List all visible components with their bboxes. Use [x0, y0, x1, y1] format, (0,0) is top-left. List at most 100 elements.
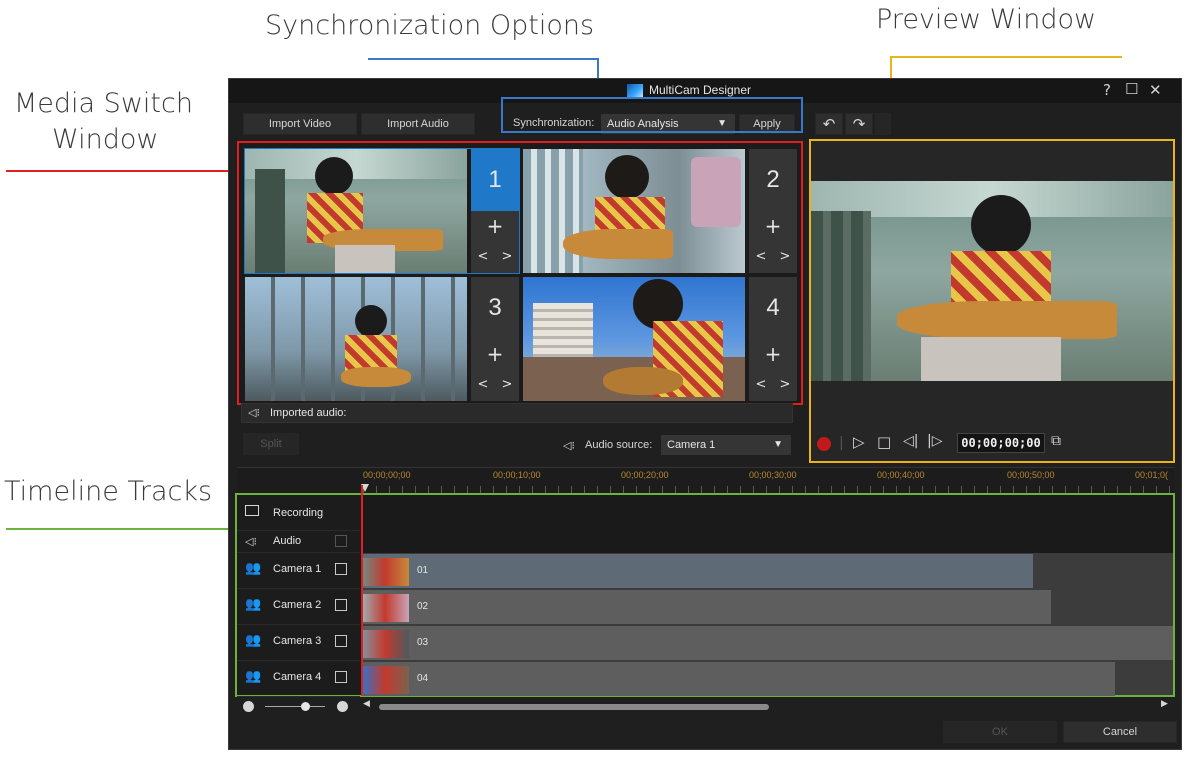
camera-2-clip[interactable]: 02 [361, 590, 1051, 624]
timeline-tracks-leader [6, 528, 236, 530]
zoom-control [237, 699, 357, 715]
camera-1-clip[interactable]: 01 [361, 554, 1033, 588]
help-icon[interactable]: ? [1103, 81, 1111, 99]
camera-4-controls: 4 + < > [749, 277, 797, 401]
camera-3-prev-icon[interactable]: < [478, 377, 489, 392]
clip-thumbnail [361, 558, 409, 586]
camera-4-track-label: Camera 4 [273, 671, 322, 683]
track-options-icon[interactable] [335, 599, 347, 611]
preview-window: | ▷ □ ◁| |▷ 00;00;00;00 ⧉ [809, 139, 1175, 463]
clip-thumbnail [361, 666, 409, 694]
camera-4-next-icon[interactable]: > [780, 377, 791, 392]
camera-4-nav: < > [749, 373, 797, 395]
record-button[interactable] [817, 437, 831, 451]
camera-2-next-icon[interactable]: > [780, 249, 791, 264]
window-title: MultiCam Designer [649, 83, 752, 97]
ok-button[interactable]: OK [943, 721, 1057, 743]
imported-audio-label: Imported audio: [270, 407, 347, 419]
camera-1-track-label: Camera 1 [273, 563, 322, 575]
import-audio-button[interactable]: Import Audio [361, 113, 475, 135]
camera-4-number[interactable]: 4 [749, 277, 797, 339]
camera-4-lane[interactable]: 04 [361, 661, 1173, 696]
audio-track-label: Audio [273, 535, 302, 547]
close-icon[interactable]: ✕ [1149, 81, 1162, 99]
camera-3-next-icon[interactable]: > [502, 377, 513, 392]
recording-lane[interactable] [361, 495, 1173, 553]
camera-cell-2[interactable]: 2 + < > [523, 149, 799, 273]
camera-2-lane[interactable]: 02 [361, 589, 1173, 625]
media-switch-leader [6, 170, 238, 172]
timeline-scrollbar[interactable]: ◀ ▶ [363, 699, 1173, 713]
stop-icon[interactable]: □ [877, 433, 891, 451]
track-header-camera-3: 👥 Camera 3 [237, 625, 360, 661]
camera-3-add-icon[interactable]: + [471, 342, 519, 366]
redo-button[interactable]: ↷ [845, 113, 873, 135]
maximize-icon[interactable]: ☐ [1125, 80, 1138, 98]
timecode-display[interactable]: 00;00;00;00 [957, 433, 1045, 453]
ruler-label: 00;00;20;00 [621, 470, 669, 480]
ruler-label: 00;00;40;00 [877, 470, 925, 480]
ruler-label: 00;00;00;00 [363, 470, 411, 480]
speaker-icon: ◁⁝ [245, 535, 257, 548]
track-options-icon[interactable] [335, 671, 347, 683]
fullscreen-icon[interactable]: ⧉ [1051, 433, 1061, 449]
track-header-audio: ◁⁝ Audio [237, 531, 360, 553]
clip-name: 01 [417, 565, 429, 576]
sync-options-leader [368, 58, 598, 60]
chevron-down-icon: ▼ [773, 439, 783, 450]
recording-track-icon [245, 505, 259, 516]
camera-2-controls: 2 + < > [749, 149, 797, 273]
playhead-line[interactable] [361, 485, 363, 695]
preview-window-annotation: Preview Window [876, 4, 1097, 35]
zoom-slider-track[interactable] [265, 706, 325, 707]
previous-frame-icon[interactable]: ◁| [903, 433, 918, 449]
scroll-right-icon[interactable]: ▶ [1161, 699, 1168, 709]
track-options-icon[interactable] [335, 535, 347, 547]
camera-3-number[interactable]: 3 [471, 277, 519, 339]
import-video-button[interactable]: Import Video [243, 113, 357, 135]
zoom-slider-thumb[interactable] [301, 702, 310, 711]
scroll-thumb[interactable] [379, 704, 769, 710]
camera-2-add-icon[interactable]: + [749, 214, 797, 238]
camera-4-add-icon[interactable]: + [749, 342, 797, 366]
camera-4-clip[interactable]: 04 [361, 662, 1115, 696]
zoom-in-icon[interactable] [337, 701, 348, 712]
play-icon[interactable]: ▷ [853, 433, 865, 451]
zoom-out-icon[interactable] [243, 701, 254, 712]
app-logo-icon [627, 84, 643, 97]
camera-2-nav: < > [749, 245, 797, 267]
sync-options-highlight [501, 97, 803, 133]
camera-1-lane[interactable]: 01 [361, 553, 1173, 589]
audio-source-select[interactable]: Camera 1 ▼ [661, 435, 791, 455]
camera-3-clip[interactable]: 03 [361, 626, 1173, 660]
undo-button[interactable]: ↶ [815, 113, 843, 135]
camera-cell-1[interactable]: 1 + < > [244, 148, 521, 274]
media-switch-window: 1 + < > 2 + < > 3 + < > 4 + < > [237, 141, 803, 405]
media-switch-annotation-line1: Media Switch [14, 88, 193, 119]
track-header-recording: Recording [237, 495, 360, 531]
camera-2-prev-icon[interactable]: < [756, 249, 767, 264]
camera-3-controls: 3 + < > [471, 277, 519, 401]
camera-cell-4[interactable]: 4 + < > [523, 277, 799, 401]
camera-3-track-label: Camera 3 [273, 635, 322, 647]
cancel-button[interactable]: Cancel [1063, 721, 1177, 743]
camera-track-icon: 👥 [245, 669, 262, 684]
camera-4-prev-icon[interactable]: < [756, 377, 767, 392]
preview-video [811, 181, 1173, 381]
camera-2-number[interactable]: 2 [749, 149, 797, 211]
scroll-left-icon[interactable]: ◀ [363, 699, 370, 709]
camera-cell-3[interactable]: 3 + < > [245, 277, 521, 401]
camera-track-icon: 👥 [245, 597, 262, 612]
camera-track-icon: 👥 [245, 561, 262, 576]
camera-3-nav: < > [471, 373, 519, 395]
track-options-icon[interactable] [335, 563, 347, 575]
camera-3-thumbnail [245, 277, 467, 401]
next-frame-icon[interactable]: |▷ [927, 433, 942, 449]
timeline-tracks: Recording ◁⁝ Audio 👥 Camera 1 👥 Camera 2… [235, 485, 1175, 697]
multicam-designer-window: MultiCam Designer ? ☐ ✕ Import Video Imp… [228, 78, 1182, 750]
split-button[interactable]: Split [243, 433, 299, 455]
clip-thumbnail [361, 630, 409, 658]
track-options-icon[interactable] [335, 635, 347, 647]
camera-3-lane[interactable]: 03 [361, 625, 1173, 661]
ruler-label: 00;00;30;00 [749, 470, 797, 480]
